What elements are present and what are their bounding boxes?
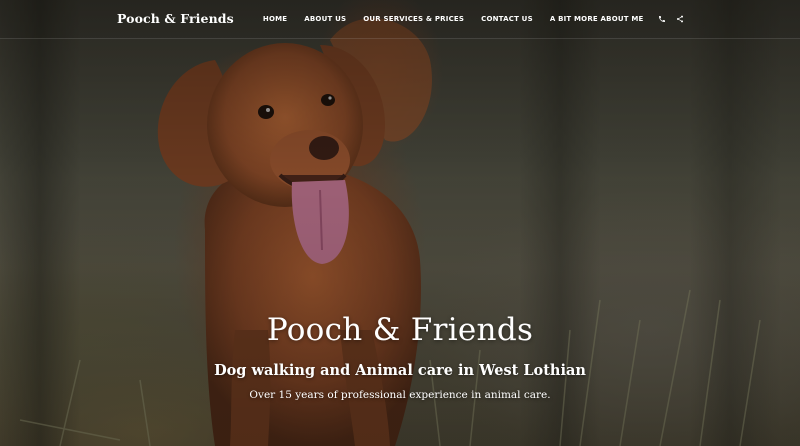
hero-title: Pooch & Friends [266,312,534,348]
hero-subtitle: Dog walking and Animal care in West Loth… [214,362,586,379]
nav-about-me[interactable]: A BIT MORE ABOUT ME [541,15,652,23]
navbar: Pooch & Friends HOME ABOUT US OUR SERVIC… [0,0,800,39]
main-nav: HOME ABOUT US OUR SERVICES & PRICES CONT… [254,0,688,38]
brand-logo-link[interactable]: Pooch & Friends [117,11,234,26]
nav-contact-us[interactable]: CONTACT US [473,15,542,23]
page: Pooch & Friends HOME ABOUT US OUR SERVIC… [0,0,800,446]
nav-services-prices[interactable]: OUR SERVICES & PRICES [355,15,473,23]
phone-icon[interactable] [654,11,670,27]
hero-overlay [0,0,800,446]
nav-about-us[interactable]: ABOUT US [296,15,355,23]
hero-tagline: Over 15 years of professional experience… [249,389,551,401]
nav-home[interactable]: HOME [254,15,295,23]
share-icon[interactable] [672,11,688,27]
